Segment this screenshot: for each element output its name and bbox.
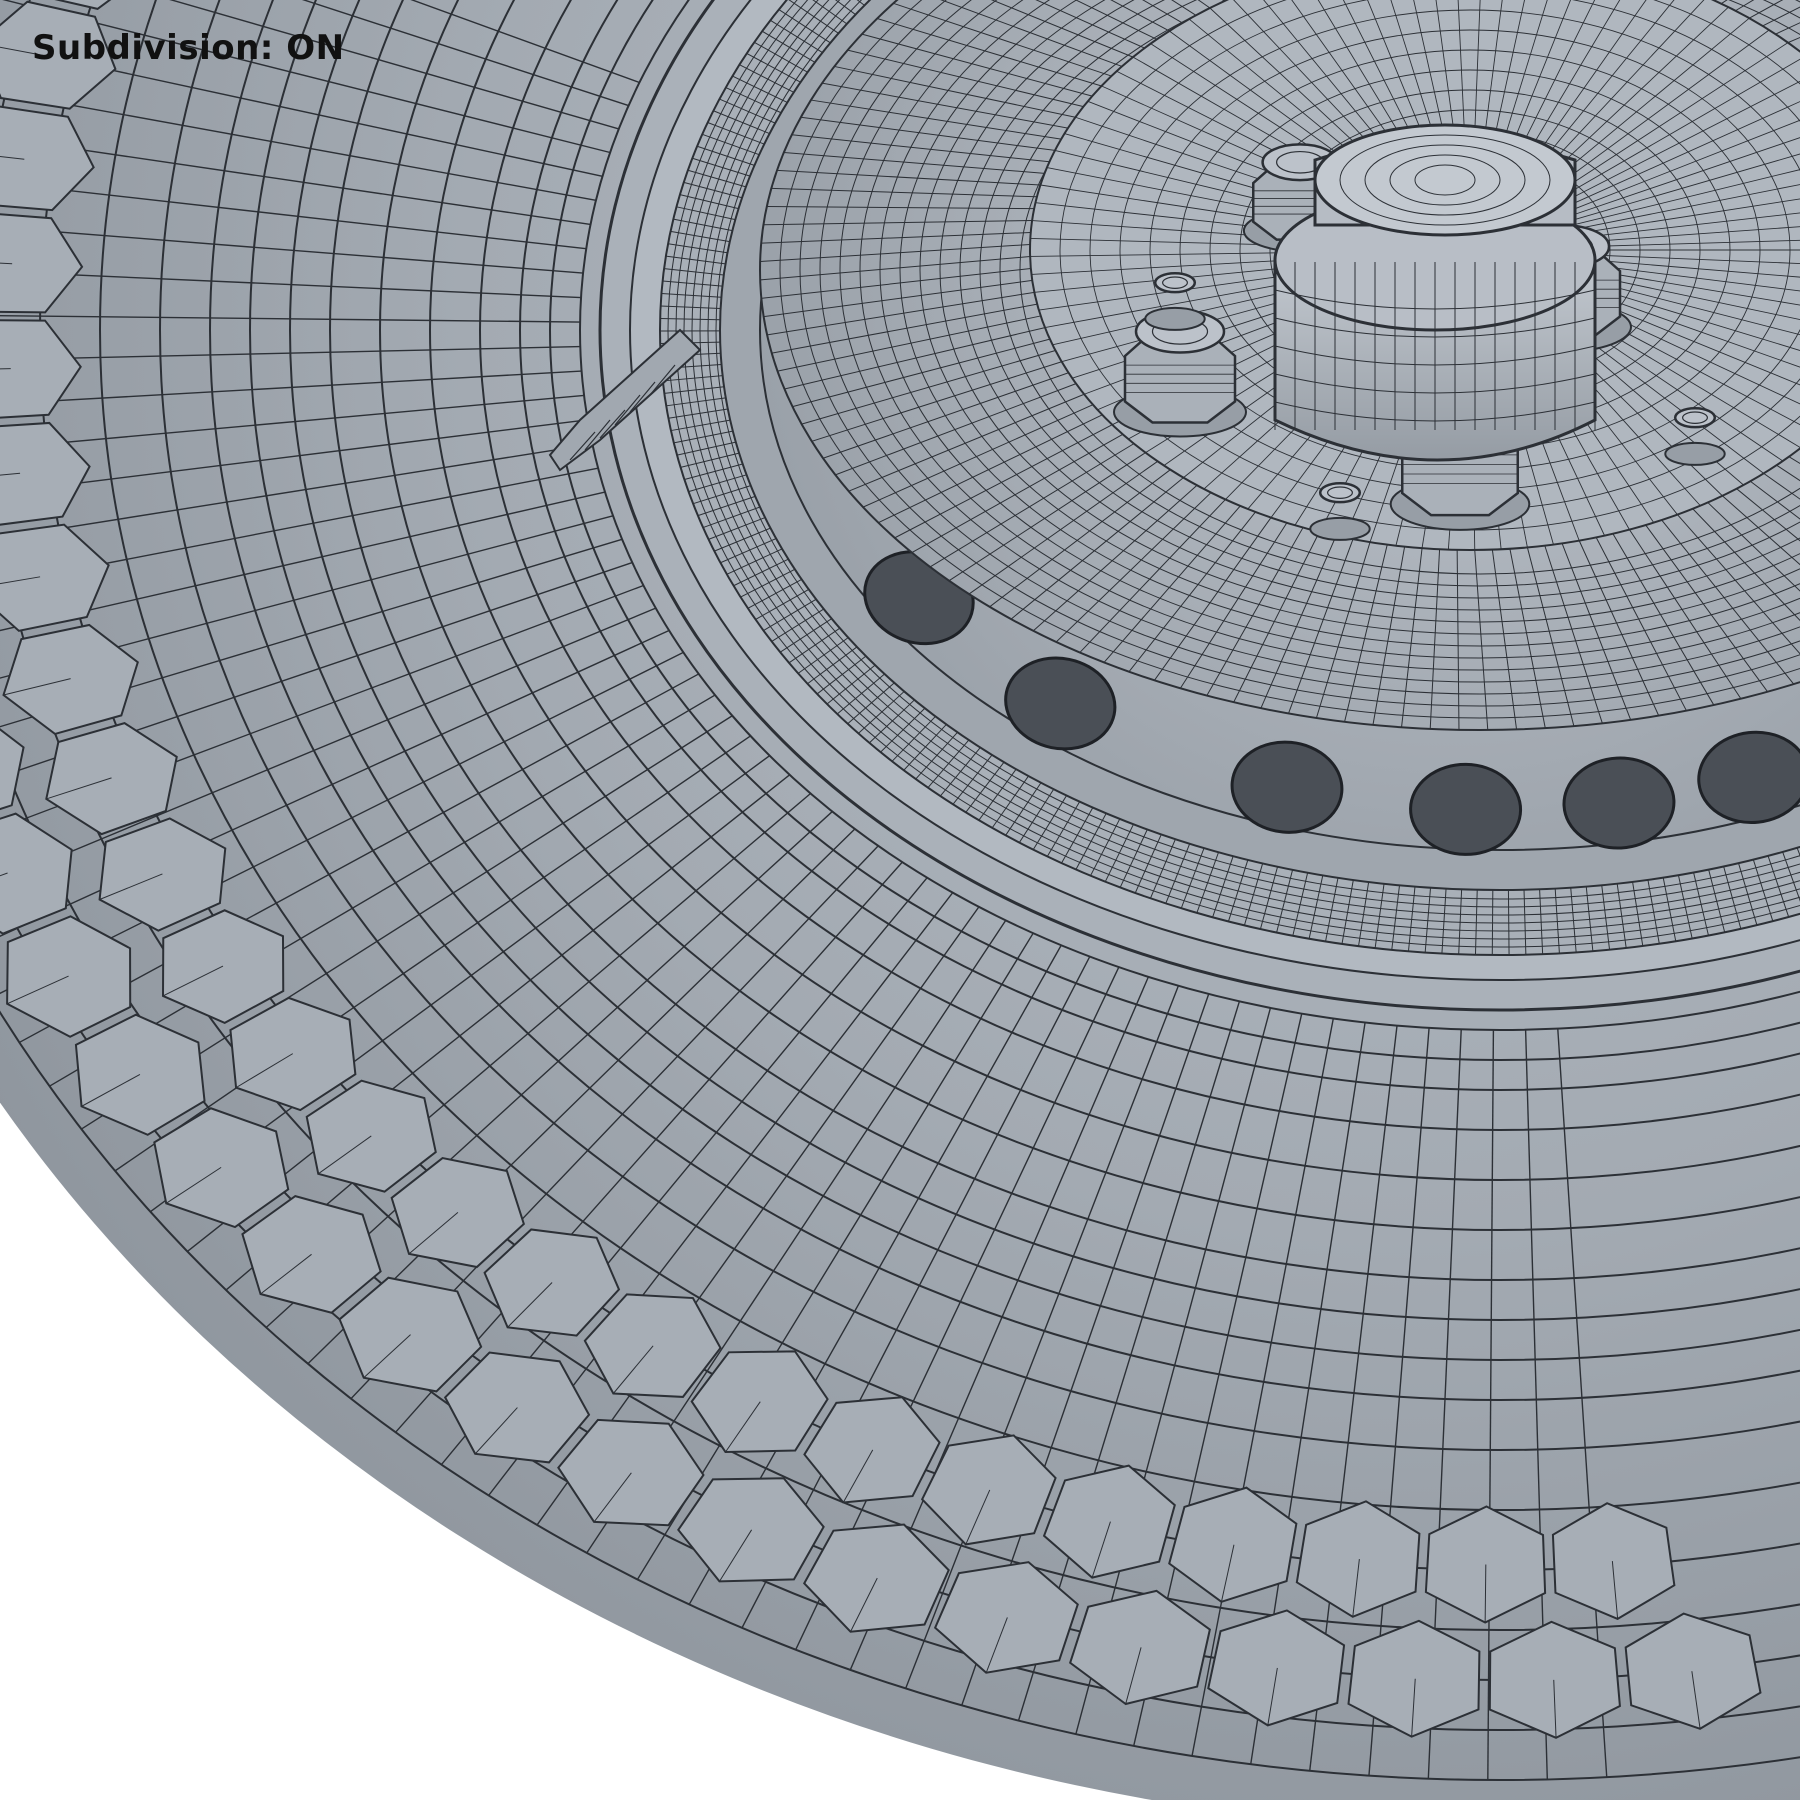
subdivision-status-label: Subdivision: ON xyxy=(32,28,345,68)
wheel-model-icon[interactable] xyxy=(0,0,1800,1800)
center-cap xyxy=(1273,123,1597,462)
3d-viewport[interactable]: Subdivision: ON xyxy=(0,0,1800,1800)
